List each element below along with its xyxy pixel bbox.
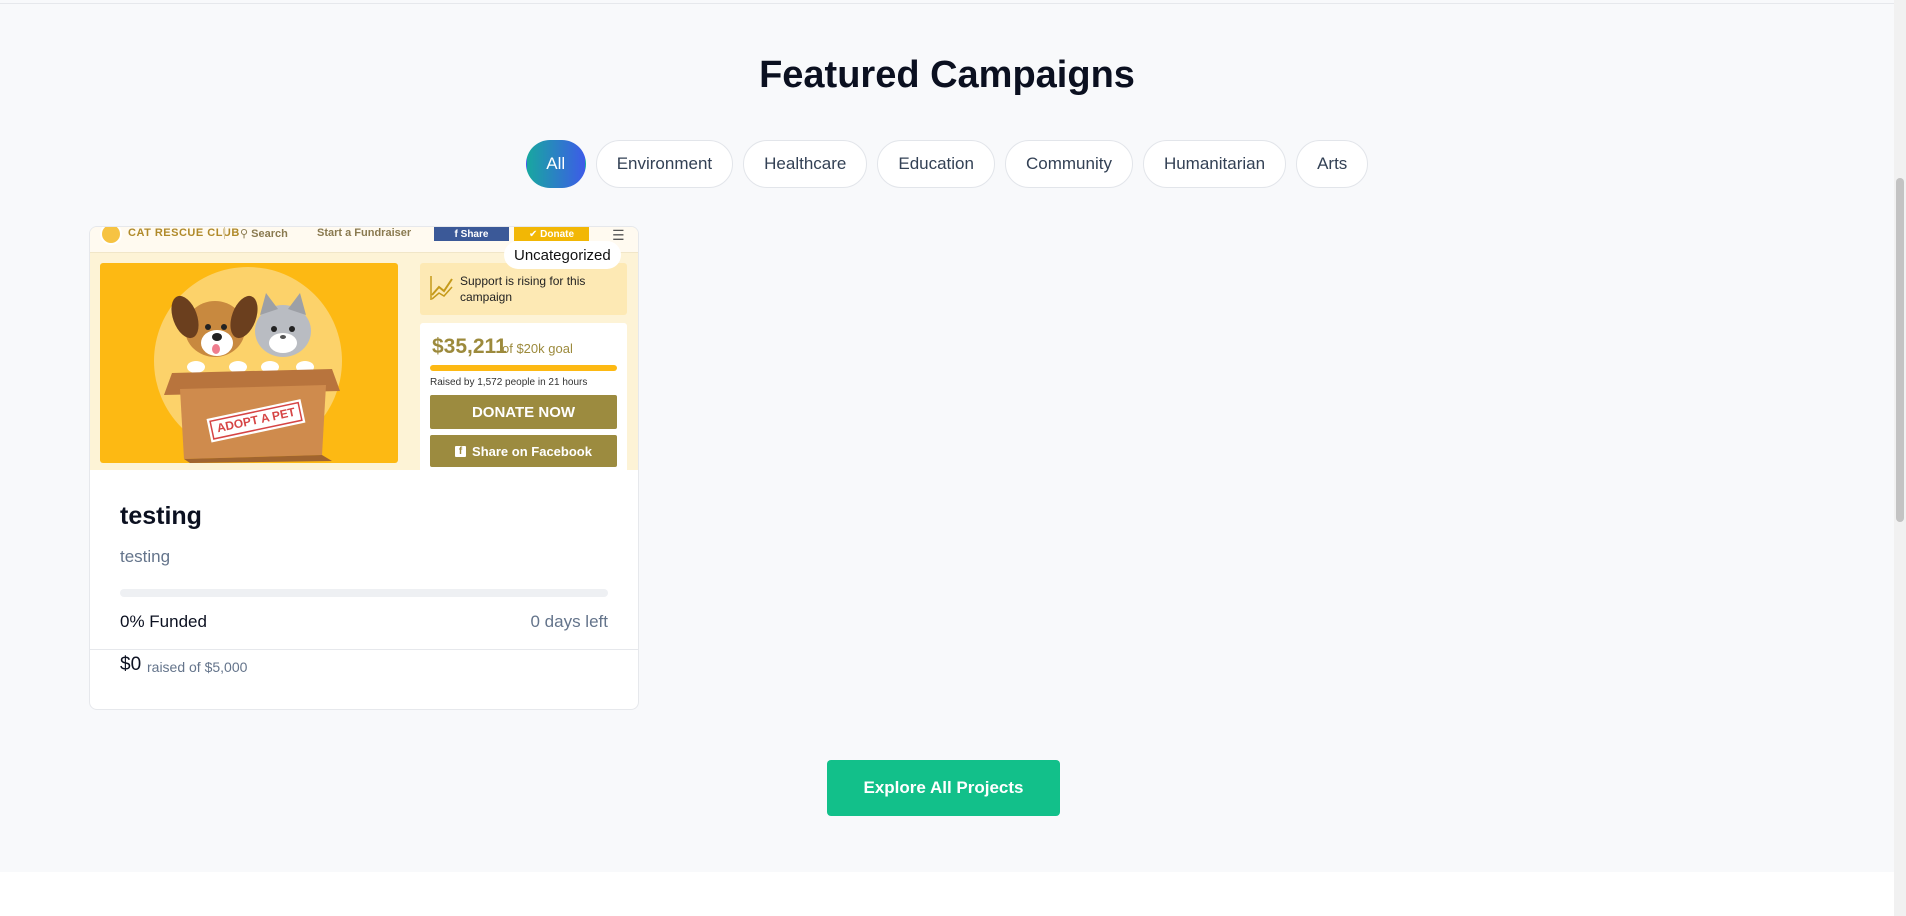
page-scrollbar[interactable]: [1894, 0, 1906, 916]
donation-stats-panel: $35,211 of $20k goal Raised by 1,572 peo…: [420, 323, 627, 470]
section-title: Featured Campaigns: [759, 54, 1135, 96]
next-section: [0, 872, 1894, 916]
card-divider: [90, 649, 638, 650]
filter-healthcare[interactable]: Healthcare: [743, 140, 868, 188]
thumbnail-share-facebook-label: Share on Facebook: [472, 443, 592, 459]
explore-all-projects-button[interactable]: Explore All Projects: [827, 760, 1060, 816]
thumbnail-progress-bar: [430, 365, 617, 371]
raised-of-goal: raised of $5,000: [147, 659, 248, 675]
search-icon: ⚲: [240, 228, 252, 240]
filter-all[interactable]: All: [525, 140, 586, 188]
cat-logo-icon: [100, 227, 122, 245]
campaign-description: testing: [120, 547, 171, 566]
thumbnail-donate-label: Donate: [540, 228, 575, 240]
thumbnail-goal: of $20k goal: [502, 341, 573, 356]
thumbnail-donate-button: ✔ Donate: [514, 227, 589, 241]
thumbnail-donate-now: DONATE NOW: [430, 395, 617, 429]
days-left: 0 days left: [530, 612, 609, 631]
trend-icon: [430, 276, 453, 300]
category-badge: Uncategorized: [504, 241, 621, 269]
facebook-icon: f: [455, 445, 467, 457]
menu-icon: ☰: [612, 227, 625, 243]
scrollbar-thumb[interactable]: [1896, 178, 1904, 522]
raised-amount: $0: [120, 654, 142, 675]
support-rising-text: Support is rising for this campaign: [460, 274, 586, 304]
funded-percent: 0% Funded: [120, 612, 207, 631]
nav-divider: [224, 227, 225, 239]
featured-campaigns-section: Featured Campaigns All Environment Healt…: [0, 4, 1894, 872]
filter-education[interactable]: Education: [877, 140, 995, 188]
thumbnail-search: ⚲ Search: [240, 227, 288, 240]
thumbnail-share-label: Share: [460, 228, 489, 240]
thumbnail-search-label: Search: [251, 228, 288, 240]
thumbnail-start-fundraiser: Start a Fundraiser: [317, 227, 412, 239]
support-rising-panel: Support is rising for this campaign: [420, 263, 627, 315]
thumbnail-share-button: f Share: [434, 227, 509, 241]
campaign-thumbnail[interactable]: CAT RESCUE CLUB ⚲ Search Start a Fundrai…: [90, 227, 638, 470]
filter-arts[interactable]: Arts: [1296, 140, 1369, 188]
filter-environment[interactable]: Environment: [595, 140, 734, 188]
campaign-card[interactable]: CAT RESCUE CLUB ⚲ Search Start a Fundrai…: [89, 226, 639, 710]
thumbnail-share-facebook: f Share on Facebook: [430, 435, 617, 467]
campaign-title[interactable]: testing: [120, 502, 202, 531]
filter-community[interactable]: Community: [1004, 140, 1133, 188]
check-icon: ✔: [528, 228, 541, 240]
thumbnail-raised-by: Raised by 1,572 people in 21 hours: [430, 377, 588, 388]
adopt-pet-illustration: ADOPT A PET: [100, 263, 398, 463]
funding-progress-bar: [120, 589, 608, 597]
filter-humanitarian[interactable]: Humanitarian: [1142, 140, 1287, 188]
thumbnail-amount: $35,211: [432, 335, 507, 358]
category-filters: All Environment Healthcare Education Com…: [0, 140, 1894, 188]
